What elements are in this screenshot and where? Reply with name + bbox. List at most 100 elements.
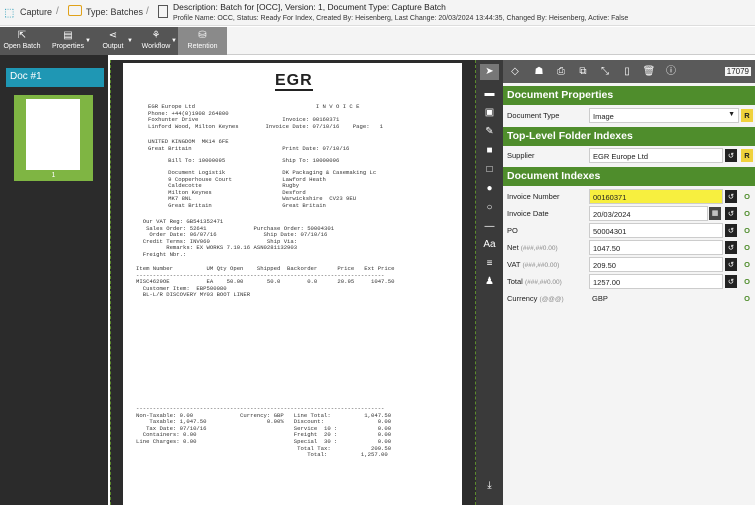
- retention-button[interactable]: ⛁ Retention: [178, 27, 227, 55]
- breadcrumb-type[interactable]: Type: Batches: [86, 7, 143, 17]
- net-label-text: Net: [507, 243, 519, 252]
- total-label: Total (###,##0.00): [507, 277, 562, 286]
- undo-icon[interactable]: ↺: [725, 207, 737, 220]
- batch-description: Description: Batch for [OCC], Version: 1…: [173, 2, 628, 24]
- undo-icon[interactable]: ↺: [725, 149, 737, 162]
- text-icon[interactable]: Aa: [480, 237, 499, 253]
- breadcrumb-capture[interactable]: Capture: [20, 7, 52, 17]
- total-value: 1257.00: [593, 278, 621, 287]
- open-icon: ⇱: [17, 30, 27, 41]
- capture-icon[interactable]: ⬚: [4, 6, 14, 19]
- description-line: Description: Batch for [OCC], Version: 1…: [173, 2, 446, 12]
- net-field[interactable]: 1047.50: [589, 240, 723, 255]
- circle-icon[interactable]: ○: [480, 200, 499, 216]
- filled-circle-icon[interactable]: ●: [480, 181, 499, 197]
- currency-label: Currency (@@@): [507, 294, 564, 303]
- undo-icon[interactable]: ↺: [725, 258, 737, 271]
- pen-icon[interactable]: ✎: [480, 124, 499, 140]
- bill-ship-to: Bill To: 10000095 Ship To: 10000096: [148, 157, 340, 164]
- net-label: Net (###,##0.00): [507, 243, 558, 252]
- net-value: 1047.50: [593, 244, 621, 253]
- invoice-number-row: Invoice Number 00160371 ↺ O: [503, 189, 755, 205]
- breadcrumb-separator-2: /: [146, 6, 149, 17]
- scan-icon[interactable]: ⎙: [552, 63, 570, 80]
- properties-button[interactable]: ▤ Properties ▼: [44, 27, 92, 55]
- user-stamp-icon[interactable]: ♟: [480, 274, 499, 290]
- thumbnail-pane: Doc #1 1: [0, 55, 108, 505]
- caret-down-icon: ▼: [85, 38, 91, 44]
- egr-logo: EGR: [275, 72, 313, 91]
- supplier-label: Supplier: [507, 151, 535, 160]
- info-icon[interactable]: ⓘ: [662, 63, 680, 80]
- line-items: Item Number UM Qty Open Shipped Backorde…: [136, 265, 395, 299]
- vat-format-hint: (###,##0.00): [522, 262, 560, 269]
- invoice-header: EGR Europe Ltd I N V O I C E Phone: +44(…: [148, 103, 383, 130]
- chevron-down-icon: ▼: [728, 111, 735, 118]
- doc-tab[interactable]: Doc #1: [6, 68, 104, 87]
- document-type-select[interactable]: Image ▼: [589, 108, 739, 123]
- vat-row: VAT (###,##0.00) 209.50 ↺ O: [503, 257, 755, 273]
- optional-badge: O: [744, 243, 750, 252]
- layers-icon[interactable]: ⧉: [574, 63, 592, 80]
- totals: ----------------------------------------…: [136, 405, 392, 459]
- collapse-icon[interactable]: ⤡: [596, 63, 614, 80]
- folder-indexes-header: Top-Level Folder Indexes: [503, 127, 755, 146]
- page-icon[interactable]: ▯: [618, 63, 636, 80]
- vat-field[interactable]: 209.50: [589, 257, 723, 272]
- order-details: Our VAT Reg: GB541352471 Sales Order: 52…: [142, 218, 335, 258]
- calendar-icon[interactable]: ▦: [709, 207, 721, 220]
- main-toolbar: ⇱ Open Batch ▤ Properties ▼ ⋖ Output ▼ ⚘…: [0, 27, 755, 55]
- undo-icon[interactable]: ↺: [725, 241, 737, 254]
- currency-row: Currency (@@@) GBP O: [503, 291, 755, 307]
- currency-field[interactable]: GBP: [589, 291, 737, 306]
- optional-badge: O: [744, 192, 750, 201]
- optional-badge: O: [744, 277, 750, 286]
- rect-icon[interactable]: □: [480, 162, 499, 178]
- line-icon[interactable]: —: [480, 219, 499, 235]
- eraser-icon[interactable]: ◇: [506, 63, 524, 80]
- index-toolbar: ◇ ☗ ⎙ ⧉ ⤡ ▯ 🗑 ⓘ 17079: [503, 60, 755, 83]
- supplier-value: EGR Europe Ltd: [593, 152, 649, 161]
- document-indexes-header: Document Indexes: [503, 167, 755, 186]
- document-type-value: Image: [593, 112, 614, 121]
- invoice-number-field[interactable]: 00160371: [589, 189, 723, 204]
- stamp-icon[interactable]: ▣: [480, 105, 499, 121]
- output-button[interactable]: ⋖ Output ▼: [92, 27, 134, 55]
- currency-format-hint: (@@@): [539, 296, 564, 303]
- total-row: Total (###,##0.00) 1257.00 ↺ O: [503, 274, 755, 290]
- invoice-date-field[interactable]: 20/03/2024: [589, 206, 708, 221]
- note-icon[interactable]: ▬: [480, 86, 499, 102]
- breadcrumb-separator: /: [56, 6, 59, 17]
- open-batch-button[interactable]: ⇱ Open Batch: [0, 27, 44, 55]
- po-label: PO: [507, 226, 518, 235]
- po-field[interactable]: 50004301: [589, 223, 723, 238]
- document-type-row: Document Type Image ▼ R: [503, 108, 755, 124]
- undo-icon[interactable]: ↺: [725, 190, 737, 203]
- page-thumbnail[interactable]: 1: [14, 95, 93, 181]
- undo-icon[interactable]: ↺: [725, 275, 737, 288]
- trash-icon[interactable]: 🗑: [640, 63, 658, 80]
- retention-label: Retention: [187, 43, 218, 50]
- optional-badge: O: [744, 294, 750, 303]
- workflow-button[interactable]: ⚘ Workflow ▼: [134, 27, 178, 55]
- undo-icon[interactable]: ↺: [725, 224, 737, 237]
- filled-rect-icon[interactable]: ■: [480, 143, 499, 159]
- vat-label: VAT (###,##0.00): [507, 260, 559, 269]
- pointer-icon[interactable]: ➤: [480, 64, 499, 80]
- download-icon[interactable]: ⤓: [480, 478, 499, 494]
- thumbnail-image: [26, 99, 80, 170]
- invoice-number-label: Invoice Number: [507, 192, 560, 201]
- total-format-hint: (###,##0.00): [524, 279, 562, 286]
- document-properties-header: Document Properties: [503, 86, 755, 105]
- lines-icon[interactable]: ≡: [480, 256, 499, 272]
- supplier-field[interactable]: EGR Europe Ltd: [589, 148, 723, 163]
- required-badge: R: [741, 109, 753, 122]
- document-page[interactable]: EGR EGR Europe Ltd I N V O I C E Phone: …: [123, 63, 462, 505]
- po-row: PO 50004301 ↺ O: [503, 223, 755, 239]
- required-badge: R: [741, 149, 753, 162]
- total-field[interactable]: 1257.00: [589, 274, 723, 289]
- users-icon[interactable]: ☗: [530, 63, 548, 80]
- net-format-hint: (###,##0.00): [520, 245, 558, 252]
- index-pane: ◇ ☗ ⎙ ⧉ ⤡ ▯ 🗑 ⓘ 17079 Document Propertie…: [503, 60, 755, 505]
- invoice-date-row: Invoice Date 20/03/2024 ▦ ↺ O: [503, 206, 755, 222]
